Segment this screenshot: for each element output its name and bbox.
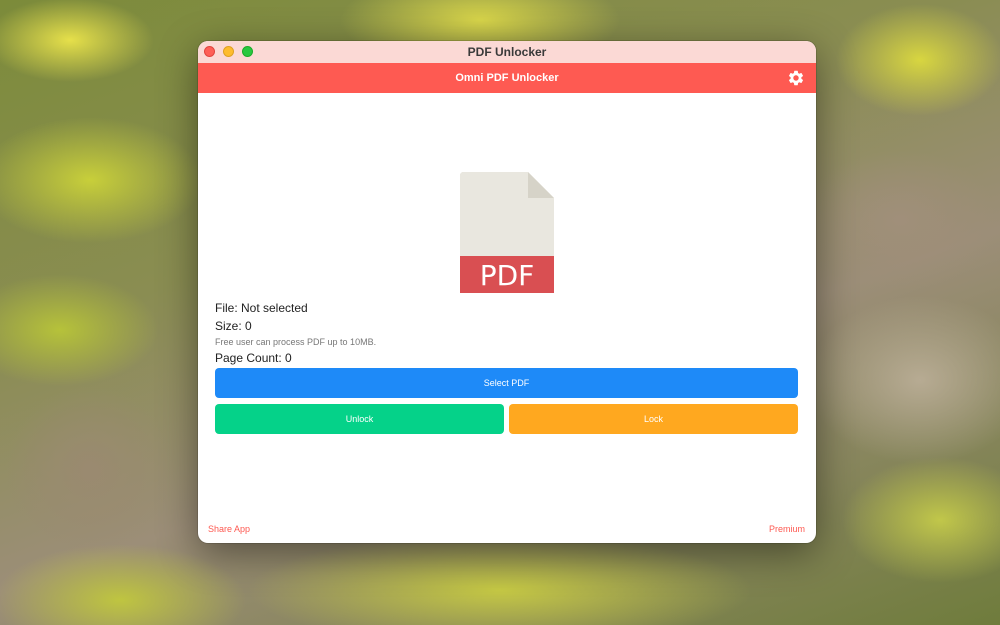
select-pdf-button[interactable]: Select PDF [215, 368, 798, 398]
window-controls [204, 46, 253, 57]
zoom-window-button[interactable] [242, 46, 253, 57]
page-count-label: Page Count: 0 [215, 351, 292, 365]
share-app-link[interactable]: Share App [208, 524, 250, 534]
pdf-icon-label: PDF [480, 259, 535, 292]
window-title: PDF Unlocker [467, 45, 547, 59]
minimize-window-button[interactable] [223, 46, 234, 57]
app-header: Omni PDF Unlocker [198, 63, 816, 93]
pdf-file-icon: PDF [460, 172, 554, 293]
file-size-label: Size: 0 [215, 319, 252, 333]
close-window-button[interactable] [204, 46, 215, 57]
app-window: PDF Unlocker Omni PDF Unlocker PDF File:… [198, 41, 816, 543]
file-name-label: File: Not selected [215, 301, 308, 315]
free-user-note: Free user can process PDF up to 10MB. [215, 337, 377, 347]
unlock-button[interactable]: Unlock [215, 404, 504, 434]
window-titlebar[interactable]: PDF Unlocker [198, 41, 816, 63]
app-title: Omni PDF Unlocker [455, 72, 559, 84]
lock-button[interactable]: Lock [509, 404, 798, 434]
premium-link[interactable]: Premium [769, 524, 805, 534]
main-content: PDF File: Not selected Size: 0 Free user… [198, 93, 816, 543]
gear-icon[interactable] [787, 69, 805, 87]
